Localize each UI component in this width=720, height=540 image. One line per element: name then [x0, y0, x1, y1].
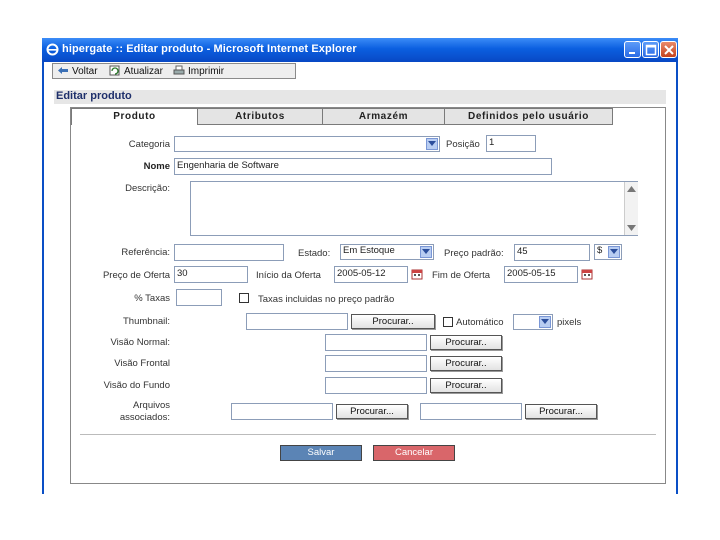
- calendar-icon[interactable]: [411, 268, 423, 280]
- thumbnail-procurar-button[interactable]: Procurar..: [351, 314, 435, 329]
- window-titlebar[interactable]: hipergate :: Editar produto - Microsoft …: [42, 38, 678, 62]
- refresh-icon: [109, 65, 120, 76]
- minimize-button[interactable]: [624, 41, 641, 58]
- arquivos-label-line1: Arquivos: [133, 400, 170, 411]
- moeda-select[interactable]: $: [594, 244, 622, 260]
- descricao-scrollbar[interactable]: [624, 182, 638, 235]
- internet-explorer-icon: [46, 43, 59, 56]
- tab-atributos[interactable]: Atributos: [197, 108, 323, 125]
- preco-oferta-label: Preço de Oferta: [102, 270, 170, 281]
- estado-label: Estado:: [298, 248, 331, 259]
- referencia-label: Referência:: [121, 247, 170, 258]
- arquivo-2-procurar-button[interactable]: Procurar...: [525, 404, 597, 419]
- minimize-icon: [629, 52, 635, 54]
- chevron-down-icon: [420, 246, 432, 258]
- automatico-label: Automático: [456, 317, 504, 328]
- tab-definidos-pelo-usuario[interactable]: Definidos pelo usuário: [444, 108, 613, 125]
- inicio-oferta-input[interactable]: 2005-05-12: [334, 266, 408, 283]
- categoria-label: Categoria: [128, 139, 170, 150]
- inicio-oferta-label: Início da Oferta: [256, 270, 321, 281]
- pixels-label: pixels: [557, 317, 582, 328]
- preco-padrao-input[interactable]: 45: [514, 244, 590, 261]
- calendar-icon[interactable]: [581, 268, 593, 280]
- divider: [80, 434, 656, 435]
- arquivo-2-file-input[interactable]: [420, 403, 522, 420]
- printer-icon: [173, 65, 185, 75]
- back-arrow-icon: [58, 67, 68, 74]
- browser-toolbar: Voltar Atualizar Imprimir: [52, 63, 296, 79]
- save-button[interactable]: Salvar: [280, 445, 362, 461]
- visao-normal-procurar-button[interactable]: Procurar..: [430, 335, 502, 350]
- print-label: Imprimir: [188, 66, 225, 77]
- thumbnail-file-input[interactable]: [246, 313, 348, 330]
- maximize-button[interactable]: [642, 41, 659, 58]
- nome-label: Nome: [143, 161, 170, 172]
- refresh-label: Atualizar: [124, 66, 163, 77]
- chevron-down-icon: [608, 246, 620, 258]
- chevron-down-icon: [539, 316, 551, 328]
- scroll-up-icon[interactable]: [627, 185, 636, 193]
- visao-normal-label: Visão Normal:: [110, 337, 171, 348]
- taxas-incluidas-label: Taxas incluidas no preço padrão: [258, 294, 395, 305]
- categoria-select[interactable]: [174, 136, 440, 152]
- posicao-label: Posição: [446, 139, 480, 150]
- visao-frontal-procurar-button[interactable]: Procurar..: [430, 356, 502, 371]
- preco-oferta-input[interactable]: 30: [174, 266, 248, 283]
- chevron-down-icon: [426, 138, 438, 150]
- window-title: hipergate :: Editar produto - Microsoft …: [62, 43, 357, 55]
- back-label: Voltar: [72, 66, 98, 77]
- preco-padrao-label: Preço padrão:: [444, 248, 504, 259]
- pixels-select[interactable]: [513, 314, 553, 330]
- close-button[interactable]: [660, 41, 677, 58]
- page-title-bar: Editar produto: [54, 90, 666, 104]
- visao-fundo-procurar-button[interactable]: Procurar..: [430, 378, 502, 393]
- fim-oferta-label: Fim de Oferta: [432, 270, 491, 281]
- cancel-button[interactable]: Cancelar: [373, 445, 455, 461]
- estado-value: Em Estoque: [343, 245, 395, 256]
- visao-frontal-file-input[interactable]: [325, 355, 427, 372]
- visao-normal-file-input[interactable]: [325, 334, 427, 351]
- arquivo-1-file-input[interactable]: [231, 403, 333, 420]
- back-button[interactable]: Voltar: [57, 65, 98, 77]
- arquivos-label-line2: associados:: [119, 412, 170, 423]
- taxas-incluidas-checkbox[interactable]: [239, 293, 249, 303]
- moeda-value: $: [597, 245, 603, 256]
- descricao-label: Descrição:: [125, 183, 170, 194]
- arquivo-1-procurar-button[interactable]: Procurar...: [336, 404, 408, 419]
- fim-oferta-input[interactable]: 2005-05-15: [504, 266, 578, 283]
- taxas-label: % Taxas: [134, 293, 170, 304]
- maximize-icon: [645, 44, 657, 56]
- tab-armazem[interactable]: Armazém: [322, 108, 445, 125]
- visao-fundo-file-input[interactable]: [325, 377, 427, 394]
- scroll-down-icon[interactable]: [627, 224, 636, 232]
- visao-fundo-label: Visão do Fundo: [103, 380, 170, 391]
- estado-select[interactable]: Em Estoque: [340, 244, 434, 260]
- refresh-button[interactable]: Atualizar: [109, 65, 163, 77]
- taxas-input[interactable]: [176, 289, 222, 306]
- descricao-textarea[interactable]: [190, 181, 638, 236]
- page-title: Editar produto: [56, 90, 132, 102]
- automatico-checkbox[interactable]: [443, 317, 453, 327]
- referencia-input[interactable]: [174, 244, 284, 261]
- print-button[interactable]: Imprimir: [173, 65, 224, 77]
- thumbnail-label: Thumbnail:: [123, 316, 170, 327]
- nome-input[interactable]: Engenharia de Software: [174, 158, 552, 175]
- tab-produto[interactable]: Produto: [71, 108, 198, 125]
- posicao-input[interactable]: 1: [486, 135, 536, 152]
- close-icon: [664, 45, 674, 55]
- visao-frontal-label: Visão Frontal: [114, 358, 170, 369]
